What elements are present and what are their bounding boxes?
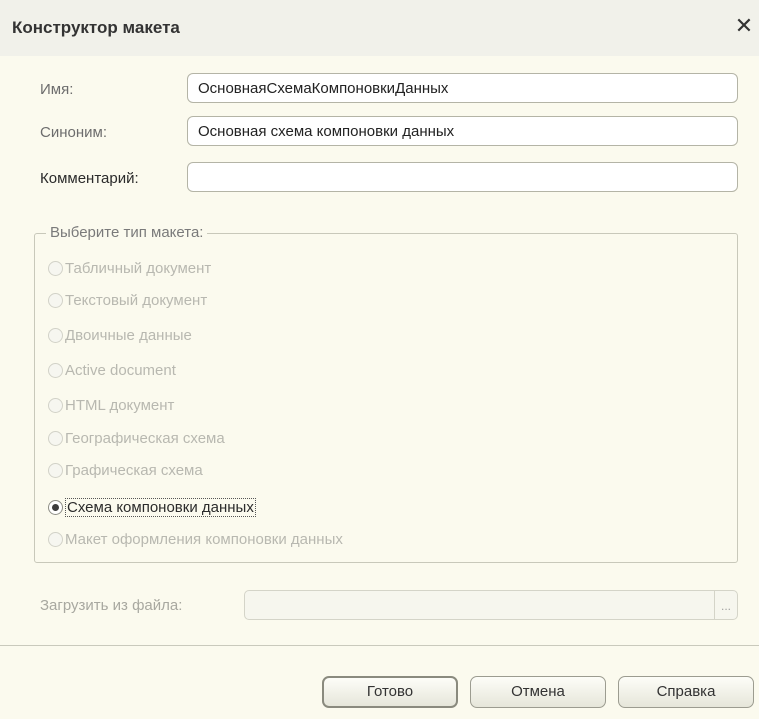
radio-button[interactable]	[48, 327, 63, 343]
radio-button[interactable]	[48, 462, 63, 478]
load-from-file-label: Загрузить из файла:	[40, 597, 183, 614]
radio-graphic-schema[interactable]: Графическая схема	[48, 459, 203, 481]
radio-binary-data[interactable]: Двоичные данные	[48, 324, 192, 346]
radio-button[interactable]	[48, 397, 63, 413]
footer-divider	[0, 645, 759, 646]
comment-field[interactable]	[187, 162, 738, 192]
close-icon[interactable]: ✕	[733, 14, 755, 38]
radio-label: Макет оформления компоновки данных	[65, 530, 343, 548]
comment-label: Комментарий:	[40, 170, 139, 187]
radio-label: Географическая схема	[65, 429, 225, 447]
help-button[interactable]: Справка	[618, 676, 754, 708]
radio-active-document[interactable]: Active document	[48, 359, 176, 381]
radio-geographic-schema[interactable]: Географическая схема	[48, 427, 225, 449]
radio-button-selected[interactable]	[48, 499, 63, 515]
radio-composition-appearance-template[interactable]: Макет оформления компоновки данных	[48, 528, 343, 550]
radio-spreadsheet-document[interactable]: Табличный документ	[48, 257, 211, 279]
layout-designer-dialog: Конструктор макета ✕ Имя: Синоним: Комме…	[0, 0, 759, 719]
ok-button[interactable]: Готово	[322, 676, 458, 708]
browse-button[interactable]: ...	[714, 591, 737, 619]
radio-data-composition-schema[interactable]: Схема компоновки данных	[48, 496, 256, 518]
radio-button[interactable]	[48, 362, 63, 378]
cancel-button[interactable]: Отмена	[470, 676, 606, 708]
name-field[interactable]	[187, 73, 738, 103]
radio-button[interactable]	[48, 292, 63, 308]
radio-html-document[interactable]: HTML документ	[48, 394, 174, 416]
dialog-title: Конструктор макета	[12, 18, 180, 37]
radio-button[interactable]	[48, 531, 63, 547]
radio-label: Двоичные данные	[65, 326, 192, 344]
radio-button[interactable]	[48, 430, 63, 446]
load-from-file-field[interactable]: ...	[244, 590, 738, 620]
synonym-label: Синоним:	[40, 124, 107, 141]
radio-label: HTML документ	[65, 396, 175, 414]
title-bar: Конструктор макета ✕	[0, 0, 759, 56]
name-label: Имя:	[40, 81, 74, 98]
radio-text-document[interactable]: Текстовый документ	[48, 289, 207, 311]
radio-button[interactable]	[48, 260, 63, 276]
radio-label: Графическая схема	[65, 461, 203, 479]
layout-type-legend: Выберите тип макета:	[46, 224, 208, 241]
radio-label: Active document	[65, 361, 176, 379]
radio-label: Табличный документ	[65, 259, 212, 277]
radio-label: Текстовый документ	[65, 291, 208, 309]
radio-label: Схема компоновки данных	[65, 497, 256, 517]
synonym-field[interactable]	[187, 116, 738, 146]
